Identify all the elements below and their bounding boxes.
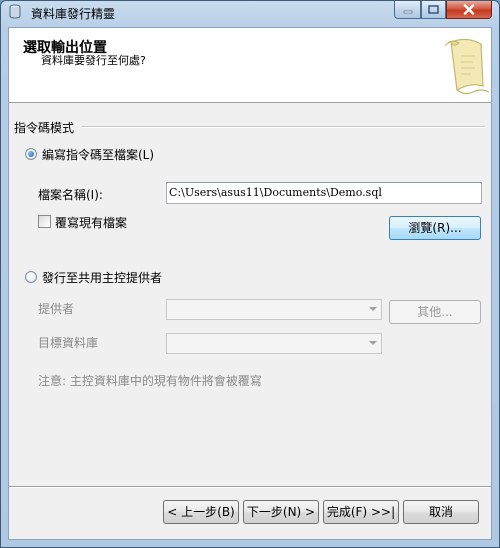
next-button[interactable]: 下一步(N) > <box>243 500 319 524</box>
provider-select[interactable] <box>166 299 382 320</box>
target-database-select[interactable] <box>166 333 382 354</box>
wizard-header: 選取輸出位置 資料庫要發行至何處? <box>9 28 491 103</box>
close-button[interactable] <box>446 1 492 19</box>
wizard-body: 選取輸出位置 資料庫要發行至何處? 指令碼模式 編寫指令碼至檔案(L) 檔案名稱… <box>8 27 492 540</box>
window-title: 資料庫發行精靈 <box>31 7 116 21</box>
group-divider <box>81 126 485 128</box>
overwrite-label[interactable]: 覆寫現有檔案 <box>55 214 127 231</box>
title-bar: 資料庫發行精靈 <box>1 1 499 23</box>
minimize-icon <box>403 10 412 13</box>
scroll-icon <box>444 38 490 95</box>
browse-button[interactable]: 瀏覽(R)... <box>389 216 481 240</box>
overwrite-note: 注意: 主控資料庫中的現有物件將會被覆寫 <box>38 374 262 388</box>
footer-divider <box>9 486 491 488</box>
page-subtitle: 資料庫要發行至何處? <box>41 54 146 67</box>
target-database-label: 目標資料庫 <box>38 336 99 350</box>
script-to-file-radio[interactable] <box>25 148 37 160</box>
file-name-input[interactable]: C:\Users\asus11\Documents\Demo.sql <box>166 182 482 204</box>
database-icon <box>9 4 21 19</box>
wizard-window: 資料庫發行精靈 選取輸出位置 資料庫要發行至何處? 指令碼模式 編寫指令碼至檔案… <box>0 0 500 548</box>
other-button[interactable]: 其他... <box>389 300 481 324</box>
dropdown-arrow-icon <box>369 307 377 311</box>
publish-to-provider-label[interactable]: 發行至共用主控提供者 <box>42 269 162 286</box>
dropdown-arrow-icon <box>369 341 377 345</box>
minimize-button[interactable] <box>394 1 421 19</box>
close-icon <box>463 4 475 15</box>
finish-button[interactable]: 完成(F) >>| <box>323 500 399 524</box>
overwrite-checkbox[interactable] <box>38 215 51 228</box>
script-to-file-label[interactable]: 編寫指令碼至檔案(L) <box>42 146 154 163</box>
provider-label: 提供者 <box>38 302 75 316</box>
file-name-label: 檔案名稱(I): <box>38 188 103 202</box>
maximize-icon <box>428 5 439 14</box>
publish-to-provider-radio[interactable] <box>25 271 37 283</box>
radio-selected-dot <box>28 151 34 157</box>
maximize-button[interactable] <box>421 1 446 19</box>
script-mode-group-label: 指令碼模式 <box>14 121 75 135</box>
cancel-button[interactable]: 取消 <box>403 500 479 524</box>
back-button[interactable]: < 上一步(B) <box>163 500 239 524</box>
